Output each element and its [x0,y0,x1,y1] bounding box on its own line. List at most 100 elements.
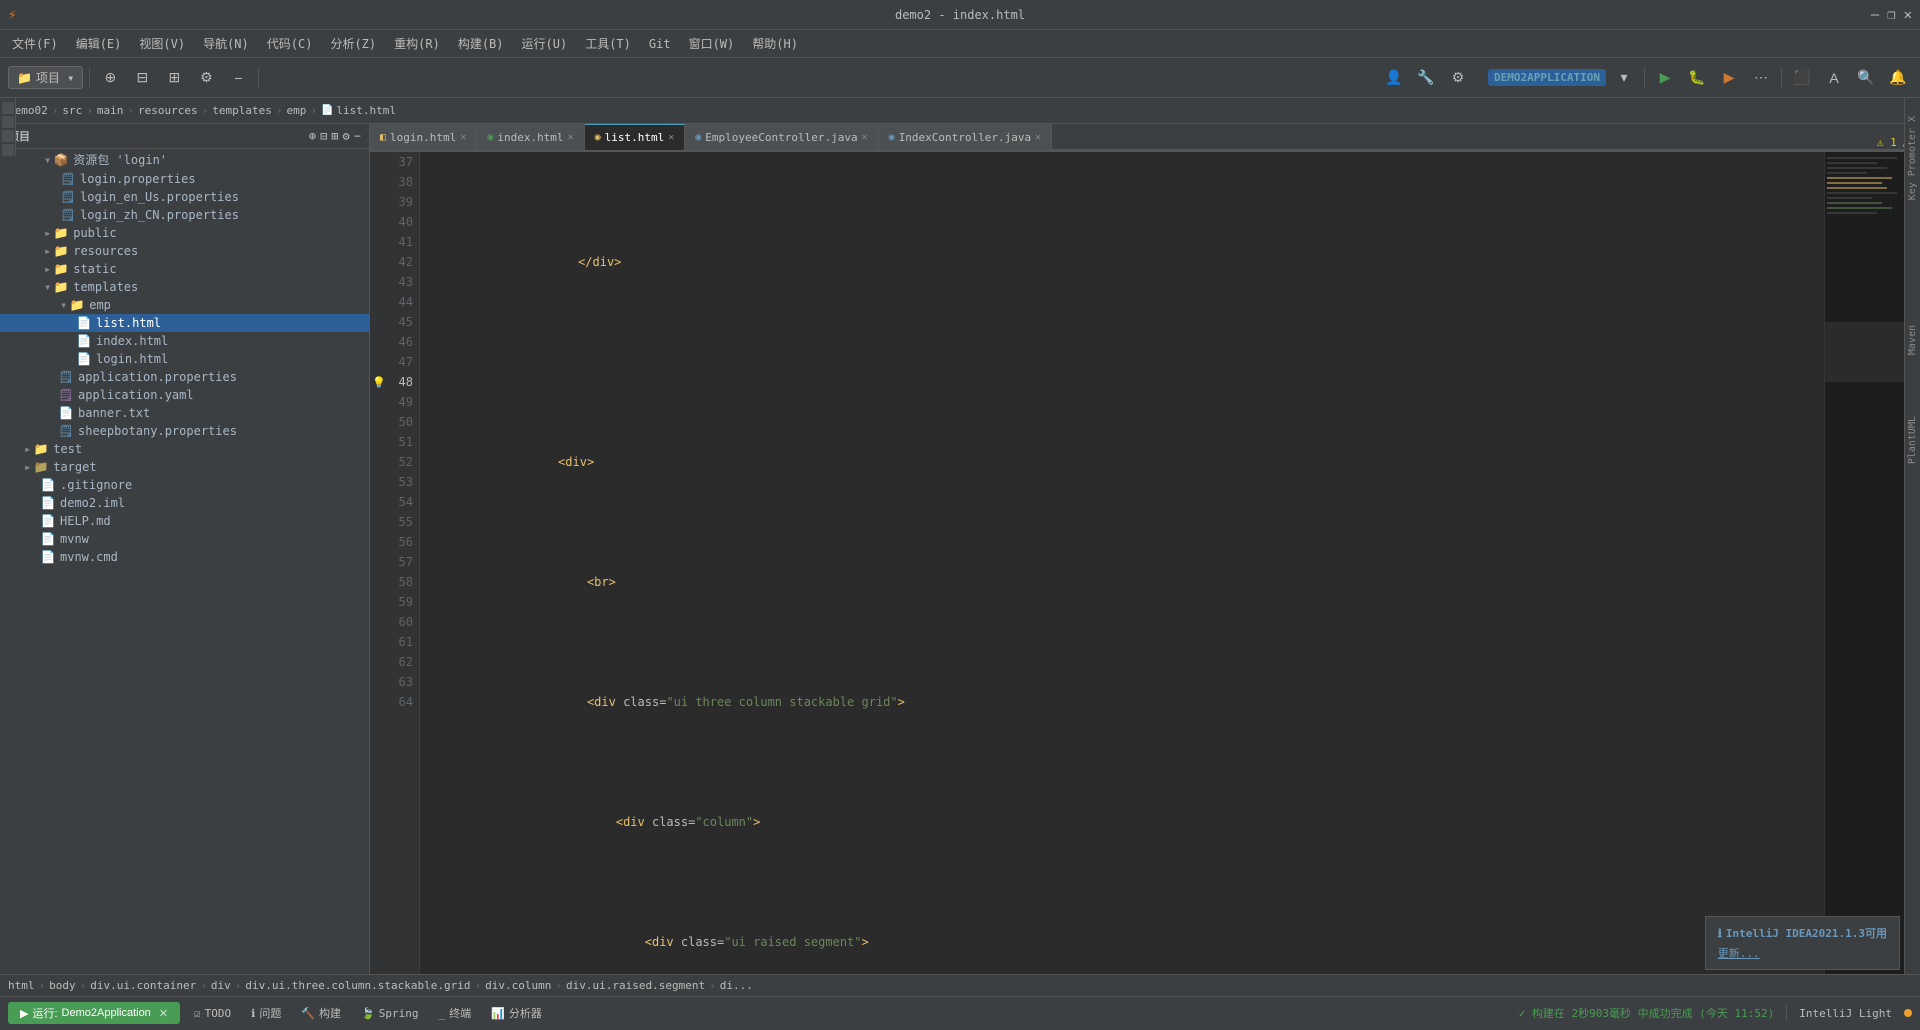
terminal-button[interactable]: _ 终端 [433,1003,478,1023]
layout-button[interactable]: ⊟ [128,64,156,92]
translate-button[interactable]: A [1820,64,1848,92]
warning-indicator[interactable]: ⚠ 1 [1877,136,1897,149]
issues-button[interactable]: ℹ 问题 [245,1003,287,1023]
analysis-button[interactable]: 📊 分析器 [485,1003,548,1023]
close-button[interactable]: ✕ [1904,7,1912,23]
spring-button[interactable]: 🍃 Spring [355,1005,424,1022]
breadcrumb-file[interactable]: 📄 list.html [321,104,396,117]
tree-item-login-zh[interactable]: 🗒 login_zh_CN.properties [0,206,369,224]
breadcrumb-di[interactable]: di... [720,979,753,992]
breadcrumb-emp[interactable]: emp [286,104,306,117]
tree-item-list-html[interactable]: 📄 list.html [0,314,369,332]
close-tab-icon[interactable]: ✕ [568,132,574,143]
tree-item-gitignore[interactable]: 📄 .gitignore [0,476,369,494]
minimize-button[interactable]: — [1871,7,1879,23]
tree-item-target[interactable]: ▸ 📁 target [0,458,369,476]
sidebar-settings-icon[interactable]: ⚙ [343,129,350,143]
breadcrumb-templates[interactable]: templates [212,104,272,117]
plantuml-tab[interactable]: PlantUML [1904,400,1920,480]
run-green-button[interactable]: ▶ [1651,64,1679,92]
sidebar-layout-icon[interactable]: ⊟ [320,129,327,143]
tab-login-html[interactable]: ◧ login.html ✕ [370,124,477,150]
stop-button[interactable]: ⬛ [1788,64,1816,92]
collapse-button[interactable]: − [224,64,252,92]
left-tab-1[interactable] [2,102,14,114]
breadcrumb-resources[interactable]: resources [138,104,198,117]
tree-item-public[interactable]: ▸ 📁 public [0,224,369,242]
tree-item-login-properties[interactable]: 🗒 login.properties [0,170,369,188]
tree-item-mvnw-cmd[interactable]: 📄 mvnw.cmd [0,548,369,566]
tree-item-app-yaml[interactable]: 🗒 application.yaml [0,386,369,404]
sync-button[interactable]: ⊕ [96,64,124,92]
menu-help[interactable]: 帮助(H) [744,32,806,55]
tree-item-demo2-iml[interactable]: 📄 demo2.iml [0,494,369,512]
breadcrumb-src[interactable]: src [62,104,82,117]
settings-button[interactable]: ⚙ [192,64,220,92]
tab-index-controller[interactable]: ◉ IndexController.java ✕ [879,124,1053,150]
tab-list-html[interactable]: ◉ list.html ✕ [585,124,686,150]
left-tab-4[interactable] [2,144,14,156]
menu-file[interactable]: 文件(F) [4,32,66,55]
sidebar-sync-icon[interactable]: ⊕ [309,129,316,143]
close-run-icon[interactable]: ✕ [159,1007,168,1020]
update-button[interactable]: 🔧 [1412,64,1440,92]
notification-bell[interactable]: 🔔 [1884,64,1912,92]
tree-item-banner[interactable]: 📄 banner.txt [0,404,369,422]
project-selector[interactable]: 📁 项目 ▾ [8,66,83,89]
left-tab-2[interactable] [2,116,14,128]
breadcrumb-grid[interactable]: div.ui.three.column.stackable.grid [245,979,470,992]
breadcrumb-column[interactable]: div.column [485,979,551,992]
menu-build[interactable]: 构建(B) [450,32,512,55]
close-tab-icon[interactable]: ✕ [668,132,674,143]
tree-item-login-en[interactable]: 🗒 login_en_Us.properties [0,188,369,206]
search-button[interactable]: 🔍 [1852,64,1880,92]
menu-navigate[interactable]: 导航(N) [195,32,257,55]
tree-item-mvnw[interactable]: 📄 mvnw [0,530,369,548]
breadcrumb-div[interactable]: div [211,979,231,992]
menu-refactor[interactable]: 重构(R) [386,32,448,55]
close-tab-icon[interactable]: ✕ [1035,132,1041,143]
tree-item-login-html[interactable]: 📄 login.html [0,350,369,368]
breadcrumb-raised[interactable]: div.ui.raised.segment [566,979,705,992]
tree-item-templates[interactable]: ▾ 📁 templates [0,278,369,296]
run-with-coverage-button[interactable]: ▶ [1715,64,1743,92]
left-tab-3[interactable] [2,130,14,142]
build-button[interactable]: 🔨 构建 [295,1003,347,1023]
sort-button[interactable]: ⊞ [160,64,188,92]
key-promoter-tab[interactable]: Key Promoter X [1904,98,1920,218]
more-run-options[interactable]: ⋯ [1747,64,1775,92]
window-controls[interactable]: — ❐ ✕ [1871,7,1912,23]
breadcrumb-html[interactable]: html [8,979,35,992]
menu-edit[interactable]: 编辑(E) [68,32,130,55]
menu-analyze[interactable]: 分析(Z) [322,32,384,55]
notification-link[interactable]: 更新... [1718,947,1760,960]
breadcrumb-container[interactable]: div.ui.container [90,979,196,992]
menu-git[interactable]: Git [641,34,679,54]
menu-view[interactable]: 视图(V) [131,32,193,55]
tree-item-sheepbotany[interactable]: 🗒 sheepbotany.properties [0,422,369,440]
todo-button[interactable]: ☑ TODO [188,1005,237,1022]
lightbulb-icon[interactable]: 💡 [372,376,386,389]
tree-item-app-properties[interactable]: 🗒 application.properties [0,368,369,386]
tree-item-help-md[interactable]: 📄 HELP.md [0,512,369,530]
code-content[interactable]: </div> <div> <br> <div class="ui three [420,152,1824,974]
breadcrumb-body[interactable]: body [49,979,76,992]
menu-window[interactable]: 窗口(W) [681,32,743,55]
maximize-button[interactable]: ❐ [1887,7,1895,23]
right-scrollbar[interactable] [1904,152,1920,974]
run-button[interactable]: ▶ 运行: Demo2Application ✕ [8,1002,180,1024]
breadcrumb-main[interactable]: main [97,104,124,117]
maven-tab[interactable]: Maven [1904,300,1920,380]
settings2-button[interactable]: ⚙ [1444,64,1472,92]
tab-index-html[interactable]: ◉ index.html ✕ [477,124,584,150]
tab-employee-controller[interactable]: ◉ EmployeeController.java ✕ [685,124,878,150]
sidebar-sort-icon[interactable]: ⊞ [331,129,338,143]
tree-item-resources[interactable]: ▸ 📁 resources [0,242,369,260]
tree-item-login-resource[interactable]: ▾ 📦 资源包 'login' [0,149,369,170]
tree-item-index-html[interactable]: 📄 index.html [0,332,369,350]
close-tab-icon[interactable]: ✕ [862,132,868,143]
menu-run[interactable]: 运行(U) [514,32,576,55]
code-editor[interactable]: 37 38 39 40 41 42 43 44 45 46 47 💡 48 49… [370,152,1920,974]
profile-button[interactable]: 👤 [1380,64,1408,92]
tree-item-static[interactable]: ▸ 📁 static [0,260,369,278]
